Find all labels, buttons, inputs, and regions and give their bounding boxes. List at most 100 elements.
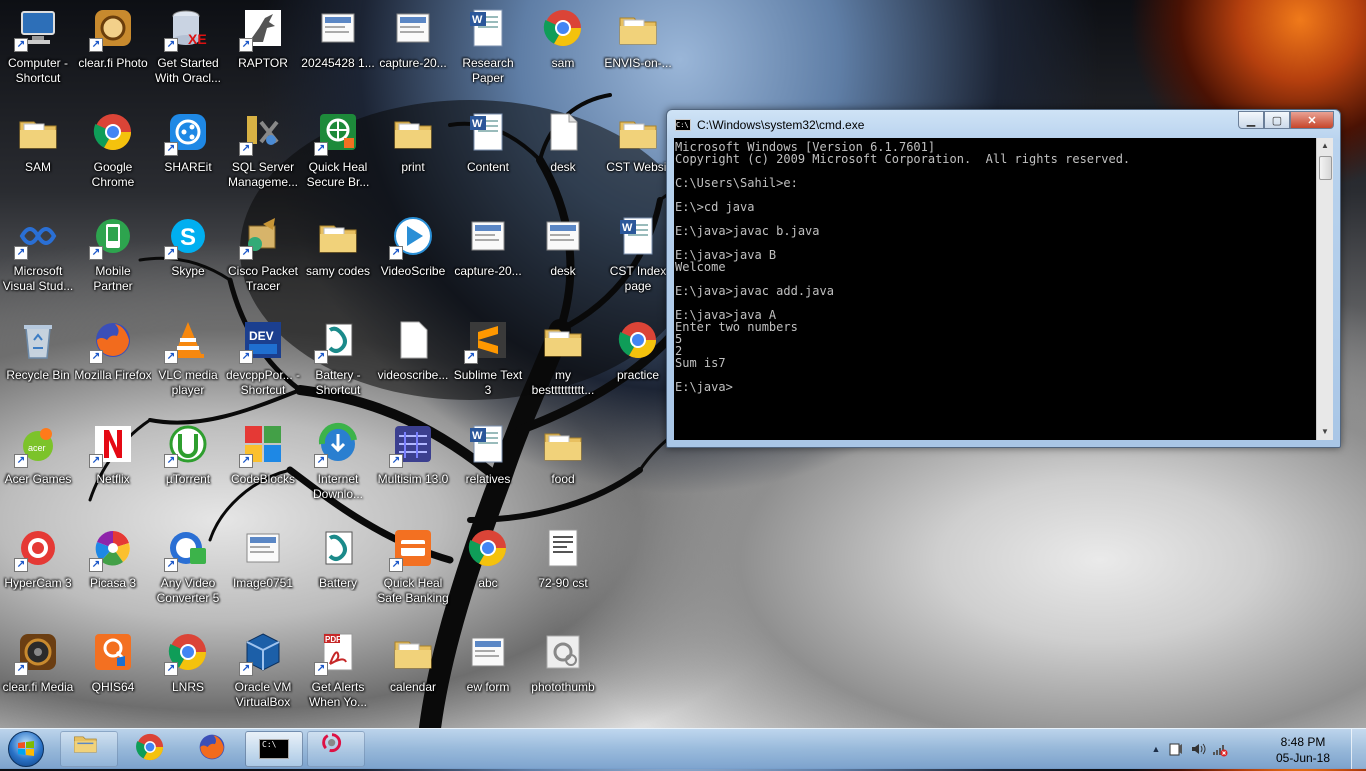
desktop-icon[interactable]: ↗ Oracle VM VirtualBox bbox=[225, 624, 301, 724]
cmd-window[interactable]: C:\ C:\Windows\system32\cmd.exe ▁ ▢ ✕ Mi… bbox=[666, 109, 1341, 448]
show-desktop-button[interactable] bbox=[1351, 729, 1366, 769]
desktop-icon-label: ew form bbox=[466, 680, 510, 694]
volume-icon[interactable] bbox=[1190, 741, 1206, 757]
desktop-icon[interactable]: sam bbox=[525, 0, 601, 100]
desktop-icon-label: samy codes bbox=[305, 264, 371, 278]
desktop-icon[interactable]: capture-20... bbox=[450, 208, 526, 308]
shortcut-arrow-icon: ↗ bbox=[14, 662, 28, 676]
desktop-icon[interactable]: ew form bbox=[450, 624, 526, 724]
desktop-icon[interactable]: CST Websit bbox=[600, 104, 676, 204]
desktop-icon[interactable]: ↗ Any Video Converter 5 bbox=[150, 520, 226, 620]
desktop-icon[interactable]: 72-90 cst bbox=[525, 520, 601, 620]
cmd-titlebar[interactable]: C:\ C:\Windows\system32\cmd.exe ▁ ▢ ✕ bbox=[673, 111, 1334, 137]
desktop-icon[interactable]: ↗ Microsoft Visual Stud... bbox=[0, 208, 76, 308]
console-output[interactable]: Microsoft Windows [Version 6.1.7601] Copy… bbox=[674, 138, 1316, 440]
desktop-icon[interactable]: ↗ Mozilla Firefox bbox=[74, 312, 152, 412]
scroll-down-icon[interactable]: ▼ bbox=[1317, 424, 1333, 440]
desktop-icon[interactable]: ↗ Sublime Text 3 bbox=[450, 312, 526, 412]
desktop-icon[interactable]: ↗ Cisco Packet Tracer bbox=[225, 208, 301, 308]
close-button[interactable]: ✕ bbox=[1290, 111, 1334, 129]
desktop-icon[interactable]: ↗ CodeBlocks bbox=[225, 416, 301, 516]
desktop-icon[interactable]: QHIS64 bbox=[75, 624, 151, 724]
picasa-icon: ↗ bbox=[89, 526, 135, 572]
desktop-icon[interactable]: practice bbox=[600, 312, 676, 412]
desktop-icon[interactable]: ↗ Multisim 13.0 bbox=[375, 416, 451, 516]
image-file-icon bbox=[241, 526, 285, 570]
taskbar-explorer-button[interactable] bbox=[60, 731, 118, 767]
desktop-icon[interactable]: Image0751 bbox=[225, 520, 301, 620]
desktop-icon[interactable]: 20245428 1... bbox=[300, 0, 376, 100]
desktop-icon[interactable]: Battery bbox=[300, 520, 376, 620]
taskbar-firefox-button[interactable] bbox=[183, 731, 241, 767]
desktop-icon[interactable]: ↗ Battery - Shortcut bbox=[300, 312, 376, 412]
shortcut-arrow-icon: ↗ bbox=[89, 558, 103, 572]
desktop-icon[interactable]: ↗ Quick Heal Secure Br... bbox=[300, 104, 376, 204]
firefox-icon: ↗ bbox=[89, 318, 135, 364]
desktop-icon[interactable]: SAM bbox=[0, 104, 76, 204]
start-button[interactable] bbox=[4, 731, 48, 767]
show-hidden-icons-button[interactable]: ▲ bbox=[1148, 741, 1164, 757]
desktop-icon[interactable]: ↗ clear.fi Photo bbox=[75, 0, 151, 100]
taskbar-cmd-button[interactable]: C:\ bbox=[245, 731, 303, 767]
desktop-icon[interactable]: ↗ SQL Server Manageme... bbox=[225, 104, 301, 204]
desktop-icon[interactable]: Wrelatives bbox=[450, 416, 526, 516]
desktop-icon[interactable]: PDF ↗ Get Alerts When Yo... bbox=[300, 624, 376, 724]
text-file-icon bbox=[541, 110, 585, 154]
desktop-icon[interactable]: food bbox=[525, 416, 601, 516]
script-icon bbox=[316, 526, 360, 570]
maximize-button[interactable]: ▢ bbox=[1264, 111, 1290, 129]
desktop-icon[interactable]: acer ↗ Acer Games bbox=[0, 416, 76, 516]
desktop-icon[interactable]: ↗ VLC media player bbox=[150, 312, 226, 412]
svg-text:acer: acer bbox=[28, 443, 46, 453]
desktop-icon[interactable]: Google Chrome bbox=[75, 104, 151, 204]
desktop-icon[interactable]: W Research Paper bbox=[450, 0, 526, 100]
desktop-icon[interactable]: ↗ Mobile Partner bbox=[75, 208, 151, 308]
desktop-icon[interactable]: ↗ Quick Heal Safe Banking bbox=[375, 520, 451, 620]
shortcut-arrow-icon: ↗ bbox=[14, 246, 28, 260]
desktop-icon[interactable]: S ↗ Skype bbox=[150, 208, 226, 308]
shortcut-arrow-icon: ↗ bbox=[14, 454, 28, 468]
desktop-icon[interactable]: my bestttttttttt... bbox=[525, 312, 601, 412]
desktop-icon[interactable]: Recycle Bin bbox=[0, 312, 76, 412]
vertical-scrollbar[interactable]: ▲ ▼ bbox=[1316, 138, 1333, 440]
desktop-icon[interactable]: W CST Index page bbox=[600, 208, 676, 308]
clock[interactable]: 8:48 PM 05-Jun-18 bbox=[1268, 734, 1338, 766]
desktop-icon[interactable]: XE ↗ Get Started With Oracl... bbox=[150, 0, 226, 100]
desktop-icon[interactable]: print bbox=[375, 104, 451, 204]
minimize-button[interactable]: ▁ bbox=[1238, 111, 1264, 129]
action-center-icon[interactable] bbox=[1168, 741, 1184, 757]
desktop-icon[interactable]: ↗ Internet Downlo... bbox=[300, 416, 376, 516]
desktop-icon[interactable]: abc bbox=[450, 520, 526, 620]
taskbar-snipping-button[interactable] bbox=[307, 731, 365, 767]
desktop-icon[interactable]: ↗ HyperCam 3 bbox=[0, 520, 76, 620]
desktop-icon[interactable]: DEV ↗ devcppPor... - Shortcut bbox=[225, 312, 301, 412]
desktop-icon[interactable]: ↗ Computer - Shortcut bbox=[0, 0, 76, 100]
desktop-icon[interactable]: ENVIS-on-... bbox=[600, 0, 676, 100]
desktop-icon[interactable]: photothumb bbox=[525, 624, 601, 724]
desktop-icon[interactable]: ↗ µTorrent bbox=[150, 416, 226, 516]
desktop-icon[interactable]: ↗ RAPTOR bbox=[225, 0, 301, 100]
scroll-thumb[interactable] bbox=[1319, 156, 1332, 180]
desktop-icon[interactable]: ↗ Netflix bbox=[75, 416, 151, 516]
desktop-icon[interactable]: samy codes bbox=[300, 208, 376, 308]
taskbar-chrome-button[interactable] bbox=[121, 731, 179, 767]
desktop-icon[interactable]: videoscribe... bbox=[375, 312, 451, 412]
desktop-icon[interactable]: calendar bbox=[375, 624, 451, 724]
network-icon[interactable] bbox=[1212, 741, 1228, 757]
desktop-icon[interactable]: ↗ LNRS bbox=[150, 624, 226, 724]
desktop-icon-label: Mobile Partner bbox=[93, 264, 133, 293]
desktop-icon[interactable]: desk bbox=[525, 208, 601, 308]
shortcut-arrow-icon: ↗ bbox=[164, 454, 178, 468]
desktop-icon[interactable]: capture-20... bbox=[375, 0, 451, 100]
desktop-icon-label: Picasa 3 bbox=[89, 576, 137, 590]
desktop-icon[interactable]: ↗ SHAREit bbox=[150, 104, 226, 204]
desktop-icon[interactable]: desk bbox=[525, 104, 601, 204]
desktop-icon[interactable]: ↗ VideoScribe bbox=[375, 208, 451, 308]
desktop-icon[interactable]: ↗ Picasa 3 bbox=[75, 520, 151, 620]
desktop-icon[interactable]: ↗ clear.fi Media bbox=[0, 624, 76, 724]
cmd-icon: C:\ bbox=[675, 119, 691, 131]
computer-icon: ↗ bbox=[14, 6, 60, 52]
scroll-up-icon[interactable]: ▲ bbox=[1317, 138, 1333, 154]
desktop-icon[interactable]: W Content bbox=[450, 104, 526, 204]
